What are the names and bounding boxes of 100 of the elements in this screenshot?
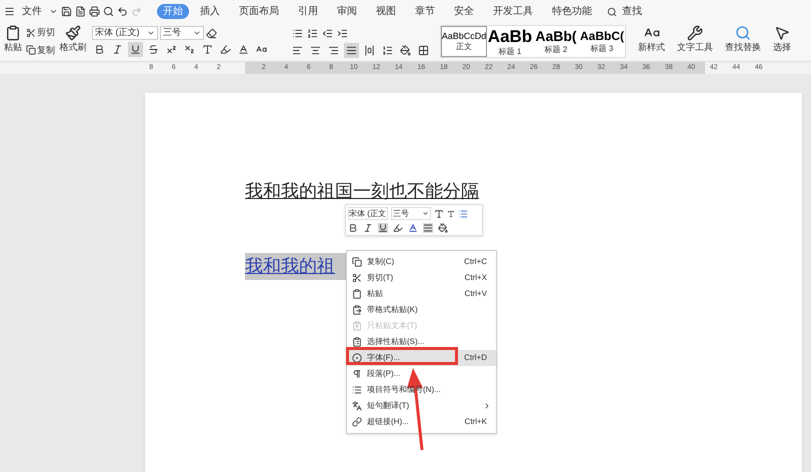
align-center-icon [310,45,321,56]
cut-icon [352,273,362,283]
paste-icon [352,289,362,299]
brush-icon [65,25,81,41]
chevron-down-icon [422,210,429,217]
highlight-icon[interactable] [393,223,403,233]
clear-format-icon[interactable] [206,28,217,38]
menu-item[interactable]: 复制(C) Ctrl+C [347,254,496,270]
translate-icon [352,401,362,411]
list-icon[interactable] [458,208,468,218]
menu-tab[interactable]: 审阅 [329,4,365,19]
paragraph-icon [352,369,362,379]
menu-tab[interactable]: 插入 [192,4,228,19]
align-justify-button[interactable] [344,43,359,58]
document-icon[interactable] [75,6,86,17]
align-icon[interactable] [423,223,433,233]
size-select[interactable]: 三号 [160,26,204,40]
indent-icon[interactable] [337,28,348,39]
search-button[interactable]: 查找 [620,4,644,19]
align-justify-icon [346,45,357,56]
menu-tab[interactable]: 引用 [290,4,326,19]
chevron-down-icon [147,29,155,37]
style-option[interactable]: AaBb 标题 1 [487,26,533,57]
menu-item[interactable]: 剪切(T) Ctrl+X [347,270,496,286]
ribbon-tool-button[interactable]: 查找替换 [725,23,761,54]
copy-button[interactable]: 复制 [26,44,58,57]
bold-icon[interactable] [348,223,358,233]
align-left-icon [292,45,303,56]
style-option[interactable]: AaBbCcDd 正文 [441,26,487,57]
font-select[interactable]: 宋体 (正文 [348,207,388,220]
superscript-icon [166,44,177,55]
shade-icon [256,44,267,55]
format-painter-button[interactable]: 格式刷 [58,23,88,54]
save-icon[interactable] [61,6,72,17]
chevron-down-icon [193,29,201,37]
fontcolor-icon [238,44,249,55]
size-select[interactable]: 三号 [391,207,431,220]
underline-button[interactable] [128,42,143,57]
menu-tab[interactable]: 特色功能 [544,4,600,19]
underline-icon [130,44,141,55]
paste-text-icon [352,321,362,331]
grow-font-icon[interactable] [434,208,444,218]
cut-button[interactable]: 剪切 [26,26,58,40]
menu-item[interactable]: 短句翻译(T) [347,398,496,414]
menu-item[interactable]: 段落(P)... [347,366,496,382]
ribbon-tool-button[interactable]: 选择 [773,23,791,54]
scissors-icon [26,28,36,38]
font-select[interactable]: 宋体 (正文) [92,26,158,40]
numbering-icon[interactable] [307,28,318,39]
paste-button[interactable]: 粘贴 [0,23,26,54]
copy-icon [352,257,362,267]
menu-tab[interactable]: 视图 [368,4,404,19]
highlight-icon [220,44,231,55]
font-color-icon[interactable] [408,223,418,233]
italic-icon[interactable] [363,223,373,233]
copy-icon [26,45,36,56]
menu-item[interactable]: 超链接(H)... Ctrl+K [347,414,496,430]
file-menu[interactable]: 文件 [18,4,46,19]
menu-item[interactable]: 粘贴 Ctrl+V [347,286,496,302]
effect-icon [202,44,213,55]
align-border-icon [418,45,429,56]
search-icon[interactable] [607,6,617,16]
print-icon[interactable] [89,6,100,17]
italic-icon [112,44,123,55]
menu-icon[interactable] [4,6,15,17]
paste-format-icon [352,305,362,315]
undo-icon[interactable] [117,6,128,17]
link-icon [352,417,362,427]
align-distribute-icon [364,45,375,56]
document-text: 我和我的祖国一刻也不能分隔 [245,180,479,203]
style-option[interactable]: AaBbC( 标题 3 [579,26,625,57]
outdent-icon[interactable] [322,28,333,39]
subscript-icon [184,44,195,55]
menu-tab[interactable]: 开发工具 [485,4,541,19]
menu-tab[interactable]: 页面布局 [231,4,287,19]
wrench-icon [687,25,703,41]
align-fill-button[interactable] [398,43,413,58]
fill-icon[interactable] [438,223,448,233]
color-icon [148,44,159,55]
style-option[interactable]: AaBb( 标题 2 [533,26,579,57]
bold-icon [94,44,105,55]
clipboard-icon [5,25,21,41]
menu-tab[interactable]: 安全 [446,4,482,19]
align-spacing-icon [382,45,393,56]
bullets-icon[interactable] [292,28,303,39]
chevron-down-icon[interactable] [49,7,58,16]
pointer-icon [774,25,790,41]
preview-icon[interactable] [103,6,114,17]
underline-icon[interactable] [378,223,388,233]
menu-item[interactable]: 带格式粘贴(K) [347,302,496,318]
font-icon [352,353,362,363]
align-fill-icon [400,45,411,56]
shrink-font-icon[interactable] [447,210,455,218]
menu-tab[interactable]: 章节 [407,4,443,19]
list-icon [352,385,362,395]
align-border-button[interactable] [416,43,431,58]
align-right-icon [328,45,339,56]
ribbon-tool-button[interactable]: 新样式 [638,23,665,54]
paste-special-icon [352,337,362,347]
ribbon-tool-button[interactable]: 文字工具 [677,23,713,54]
